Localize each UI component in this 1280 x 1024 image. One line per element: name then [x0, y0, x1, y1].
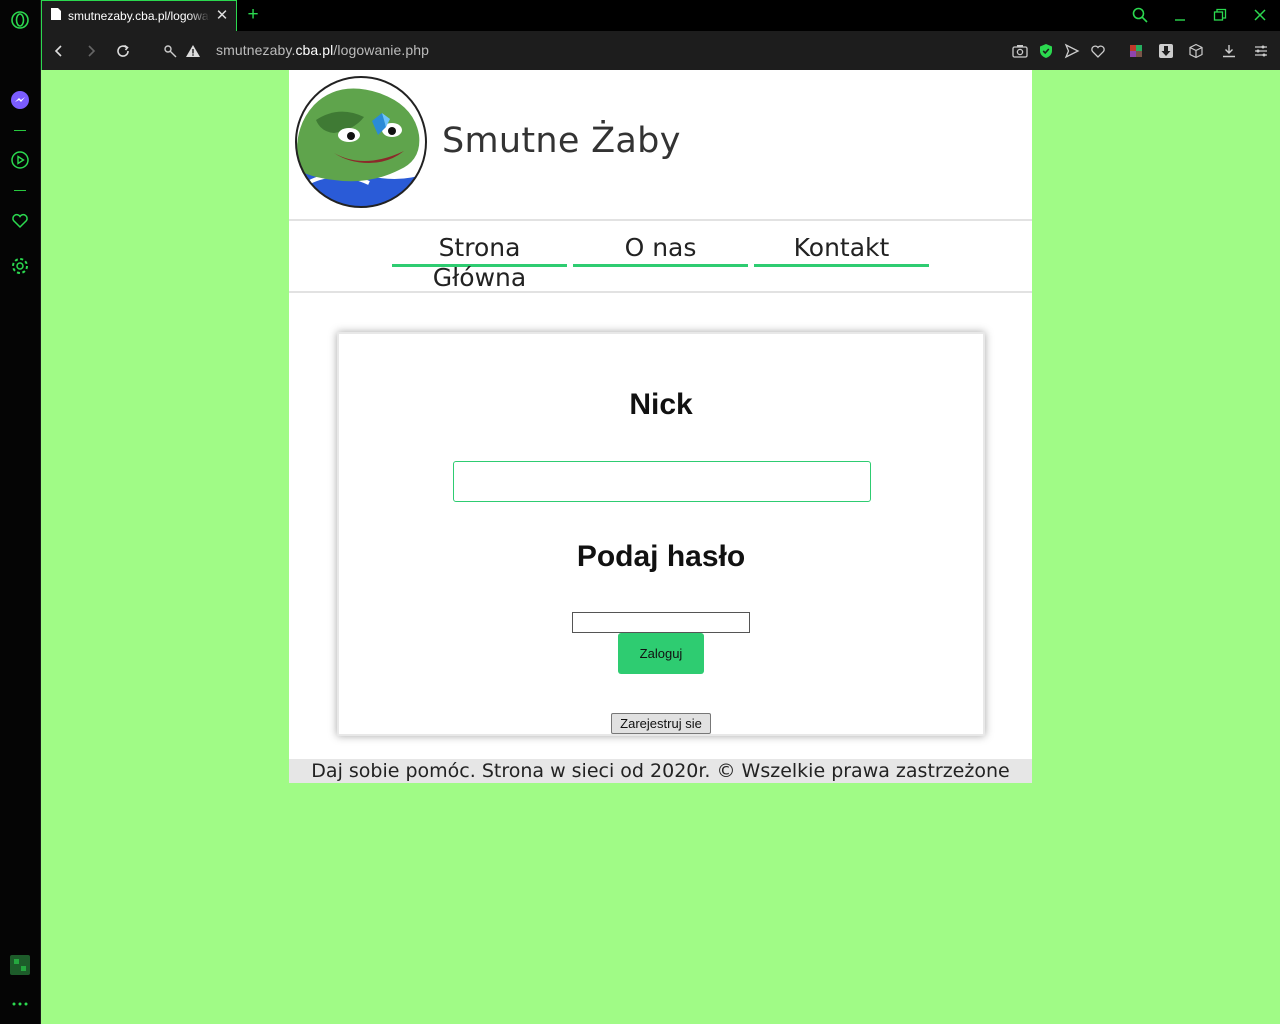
url-path: /logowanie.php [333, 42, 429, 58]
player-icon[interactable] [10, 150, 30, 170]
search-icon[interactable] [1128, 4, 1152, 26]
password-input[interactable] [572, 612, 750, 633]
download-icon[interactable] [1219, 41, 1239, 61]
settings-icon[interactable] [10, 256, 30, 276]
site-header: Smutne Żaby [289, 70, 1032, 221]
site-title: Smutne Żaby [442, 121, 681, 161]
page-container: Smutne Żaby Strona Główna O nas Kontakt … [289, 70, 1032, 783]
shield-icon[interactable] [1036, 41, 1056, 61]
workspace-icon[interactable] [10, 955, 30, 975]
nick-input[interactable] [453, 461, 871, 502]
forward-icon[interactable] [80, 40, 102, 62]
cube-icon[interactable] [1186, 41, 1206, 61]
tab-close-icon[interactable]: ✕ [214, 8, 230, 24]
new-tab-icon[interactable]: + [244, 5, 262, 25]
key-icon[interactable] [160, 40, 182, 62]
page-icon [50, 7, 62, 26]
frog-logo[interactable] [294, 75, 428, 209]
page-viewport: Smutne Żaby Strona Główna O nas Kontakt … [41, 70, 1280, 1024]
url-prefix: smutnezaby. [216, 42, 296, 58]
camera-icon[interactable] [1010, 41, 1030, 61]
sidebar-separator [14, 130, 26, 131]
warning-icon[interactable] [182, 40, 204, 62]
close-icon[interactable] [1248, 4, 1272, 26]
browser-sidebar [0, 0, 41, 1024]
register-button[interactable]: Zarejestruj sie [611, 713, 711, 734]
sidebar-separator [14, 190, 26, 191]
login-button[interactable]: Zaloguj [618, 633, 704, 674]
url-domain: cba.pl [295, 42, 334, 58]
download-arrow-icon[interactable] [1156, 41, 1176, 61]
password-label: Podaj hasło [576, 540, 746, 573]
opera-logo-icon[interactable] [10, 10, 30, 30]
heart-icon[interactable] [1088, 41, 1108, 61]
messenger-icon[interactable] [10, 90, 30, 110]
reload-icon[interactable] [112, 40, 134, 62]
tab-bar: smutnezaby.cba.pl/logowanie.php ✕ + [41, 0, 1280, 31]
tab-active[interactable]: smutnezaby.cba.pl/logowanie.php ✕ [41, 0, 237, 31]
nick-label: Nick [629, 388, 693, 421]
restore-icon[interactable] [1208, 4, 1232, 26]
back-icon[interactable] [48, 40, 70, 62]
site-footer: Daj sobie pomóc. Strona w sieci od 2020r… [289, 759, 1032, 783]
nav-link-contact[interactable]: Kontakt [754, 233, 929, 267]
menu-icon[interactable] [1251, 41, 1271, 61]
login-form: Nick Podaj hasło Zaloguj Zarejestruj sie [337, 332, 985, 736]
heart-icon[interactable] [10, 211, 30, 231]
tab-title: smutnezaby.cba.pl/logowanie.php [68, 9, 210, 23]
url-text[interactable]: smutnezaby.cba.pl/logowanie.php [216, 42, 429, 58]
nav-link-home[interactable]: Strona Główna [392, 233, 567, 292]
address-bar: smutnezaby.cba.pl/logowanie.php [41, 31, 1280, 70]
site-nav: Strona Główna O nas Kontakt [289, 223, 1032, 293]
more-icon[interactable] [10, 994, 30, 1014]
minimize-icon[interactable] [1168, 4, 1192, 26]
send-icon[interactable] [1062, 41, 1082, 61]
browser-window: smutnezaby.cba.pl/logowanie.php ✕ + [0, 0, 1280, 1024]
extension-icon[interactable] [1126, 41, 1146, 61]
nav-link-about[interactable]: O nas [573, 233, 748, 267]
